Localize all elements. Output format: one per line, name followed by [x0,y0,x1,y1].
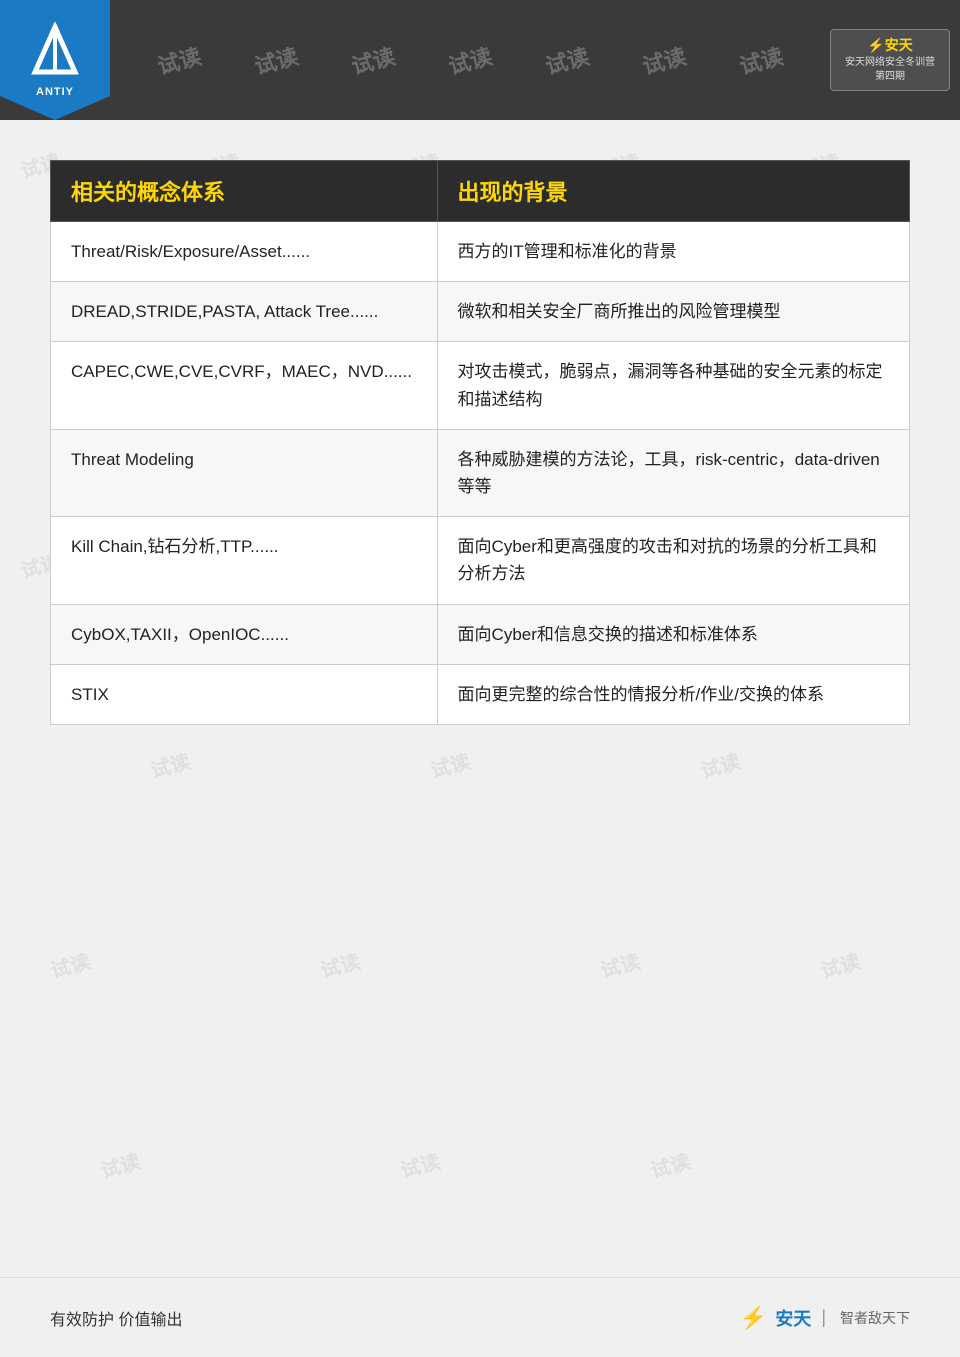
footer-logo: ⚡ 安天 | 智者敌天下 [740,1305,910,1331]
table-row: Threat/Risk/Exposure/Asset......西方的IT管理和… [51,222,910,282]
footer-logo-area: ⚡ 安天 | 智者敌天下 [740,1305,910,1331]
main-content: 相关的概念体系 出现的背景 Threat/Risk/Exposure/Asset… [0,120,960,765]
page-watermark-18: 试读 [317,945,363,983]
table-row: Kill Chain,钻石分析,TTP......面向Cyber和更高强度的攻击… [51,517,910,604]
table-row: Threat Modeling各种威胁建模的方法论，工具，risk-centri… [51,429,910,516]
table-cell-concept: CAPEC,CWE,CVE,CVRF，MAEC，NVD...... [51,342,438,429]
footer-slogan: 有效防护 价值输出 [50,1306,182,1330]
page-watermark-17: 试读 [47,945,93,983]
footer: 有效防护 价值输出 ⚡ 安天 | 智者敌天下 [0,1277,960,1357]
table-cell-concept: Threat/Risk/Exposure/Asset...... [51,222,438,282]
lightning-icon: ⚡ [740,1305,767,1331]
table-cell-concept: DREAD,STRIDE,PASTA, Attack Tree...... [51,282,438,342]
table-row: CAPEC,CWE,CVE,CVRF，MAEC，NVD......对攻击模式，脆… [51,342,910,429]
header-watermark-1: 试读 [153,39,204,81]
table-cell-background: 各种威胁建模的方法论，工具，risk-centric，data-driven等等 [437,429,909,516]
concept-table: 相关的概念体系 出现的背景 Threat/Risk/Exposure/Asset… [50,160,910,725]
page-watermark-20: 试读 [817,945,863,983]
table-cell-concept: STIX [51,664,438,724]
footer-logo-sub: 智者敌天下 [840,1308,910,1328]
logo-svg [25,22,85,82]
table-cell-background: 西方的IT管理和标准化的背景 [437,222,909,282]
col1-header: 相关的概念体系 [51,161,438,222]
header-brand-badge: ⚡安天 安天网络安全冬训营第四期 [830,29,950,91]
table-row: CybOX,TAXII，OpenIOC......面向Cyber和信息交换的描述… [51,604,910,664]
table-cell-concept: CybOX,TAXII，OpenIOC...... [51,604,438,664]
header-watermark-6: 试读 [639,39,690,81]
divider: | [821,1307,826,1328]
header-watermark-5: 试读 [542,39,593,81]
table-header-row: 相关的概念体系 出现的背景 [51,161,910,222]
page-watermark-23: 试读 [647,1145,693,1183]
table-cell-background: 微软和相关安全厂商所推出的风险管理模型 [437,282,909,342]
logo-box: ANTIY [0,0,110,120]
footer-logo-text: 安天 [775,1305,811,1331]
table-row: DREAD,STRIDE,PASTA, Attack Tree......微软和… [51,282,910,342]
header-watermark-7: 试读 [736,39,787,81]
col2-header: 出现的背景 [437,161,909,222]
header: ANTIY 试读 试读 试读 试读 试读 试读 试读 ⚡安天 安天网络安全冬训营… [0,0,960,120]
header-watermark-2: 试读 [250,39,301,81]
page-watermark-22: 试读 [397,1145,443,1183]
logo-text: ANTIY [36,86,74,98]
table-cell-background: 面向Cyber和信息交换的描述和标准体系 [437,604,909,664]
header-watermarks: 试读 试读 试读 试读 试读 试读 试读 [110,44,830,76]
header-logo-right: ⚡安天 安天网络安全冬训营第四期 [830,20,950,100]
header-watermark-4: 试读 [445,39,496,81]
table-cell-background: 面向Cyber和更高强度的攻击和对抗的场景的分析工具和分析方法 [437,517,909,604]
table-cell-background: 对攻击模式，脆弱点，漏洞等各种基础的安全元素的标定和描述结构 [437,342,909,429]
header-watermark-3: 试读 [347,39,398,81]
page-watermark-19: 试读 [597,945,643,983]
table-cell-background: 面向更完整的综合性的情报分析/作业/交换的体系 [437,664,909,724]
table-cell-concept: Threat Modeling [51,429,438,516]
table-row: STIX面向更完整的综合性的情报分析/作业/交换的体系 [51,664,910,724]
table-cell-concept: Kill Chain,钻石分析,TTP...... [51,517,438,604]
page-watermark-21: 试读 [97,1145,143,1183]
